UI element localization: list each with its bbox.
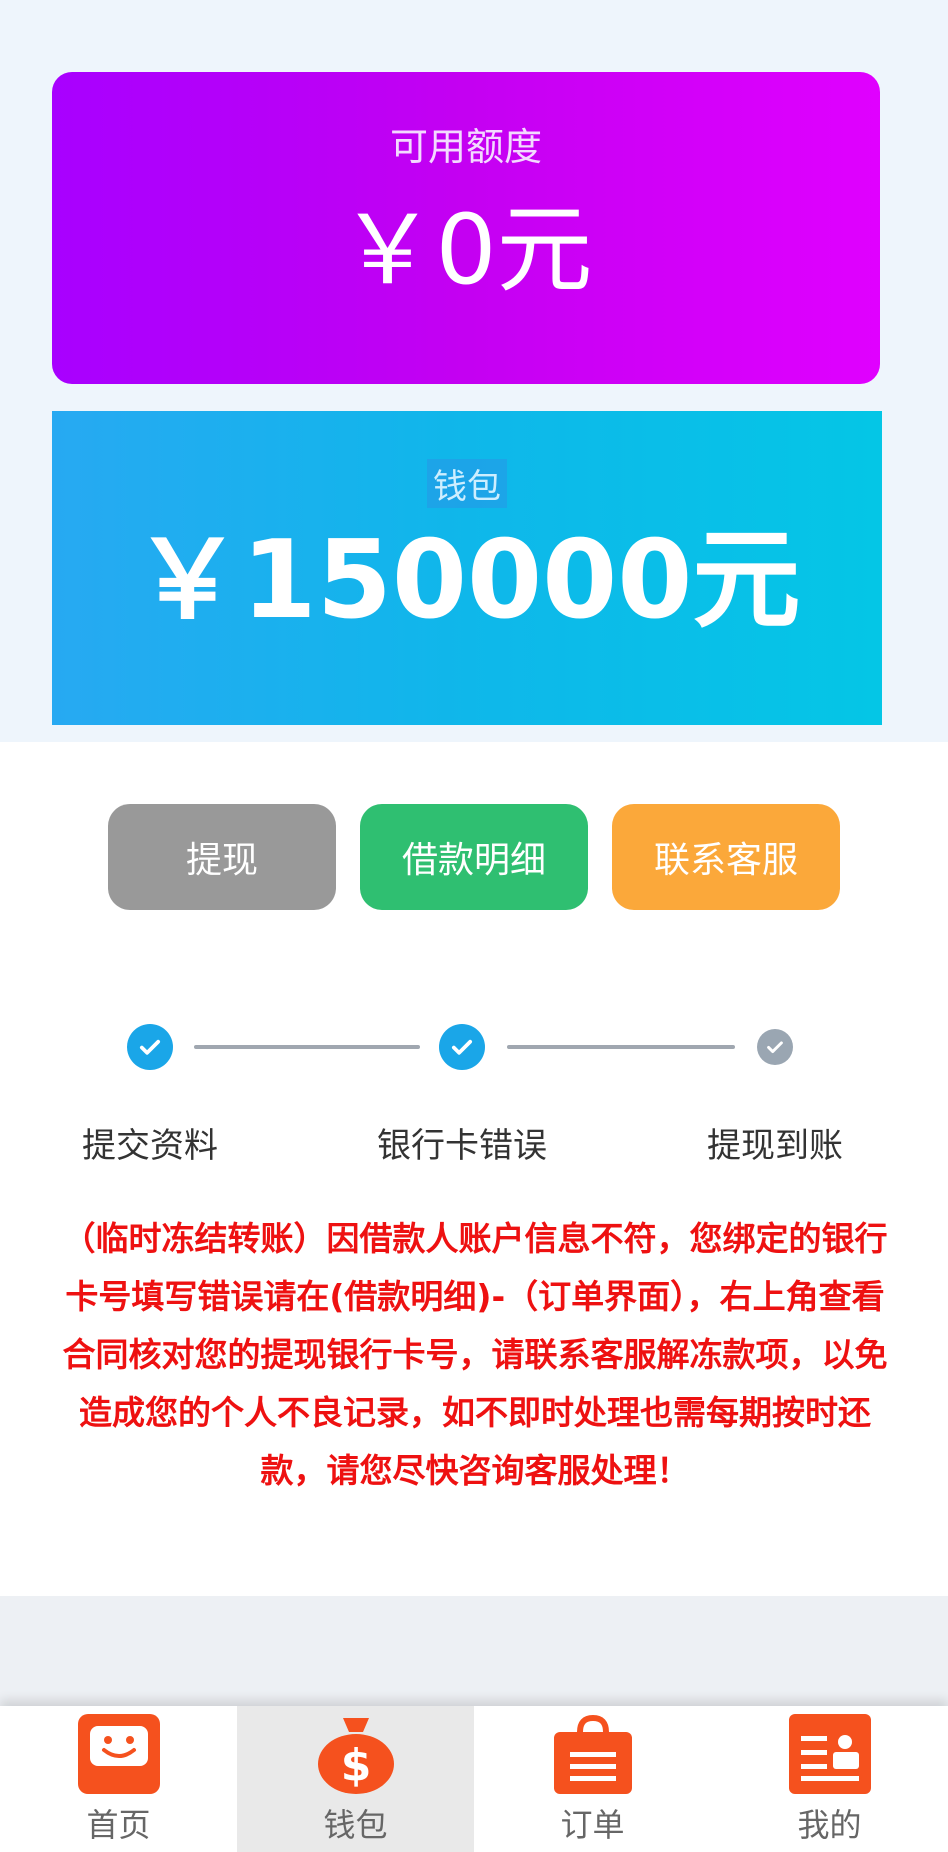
check-circle-pending-icon [757, 1029, 793, 1065]
withdraw-button[interactable]: 提现 [108, 804, 336, 910]
top-area: 可用额度 ￥0元 钱包 ￥150000元 [0, 0, 948, 742]
wallet-card: 钱包 ￥150000元 [52, 411, 882, 725]
progress-steps [0, 1020, 948, 1080]
step-label-bank-card-error: 银行卡错误 [377, 1126, 547, 1166]
wallet-label: 钱包 [427, 459, 507, 508]
step-connector [507, 1045, 735, 1049]
bottom-tabbar: 首页 $ 钱包 订单 我的 [0, 1706, 948, 1852]
shopping-bag-icon [553, 1714, 632, 1794]
credit-limit-card: 可用额度 ￥0元 [52, 72, 880, 384]
tab-wallet[interactable]: $ 钱包 [237, 1706, 474, 1852]
spacer-band [0, 1596, 948, 1706]
tab-wallet-label: 钱包 [323, 1806, 388, 1844]
credit-limit-label: 可用额度 [389, 125, 542, 169]
tab-home-label: 首页 [86, 1806, 151, 1844]
smile-face-icon [77, 1714, 160, 1794]
tab-home[interactable]: 首页 [0, 1706, 237, 1852]
step-label-submit: 提交资料 [82, 1126, 218, 1166]
check-circle-icon [439, 1024, 485, 1070]
step-label-withdraw-arrived: 提现到账 [707, 1126, 843, 1166]
tab-orders-label: 订单 [560, 1806, 625, 1844]
tab-orders[interactable]: 订单 [474, 1706, 711, 1852]
wallet-amount: ￥150000元 [133, 518, 801, 643]
credit-limit-amount: ￥0元 [339, 194, 593, 306]
action-buttons: 提现 借款明细 联系客服 [108, 804, 840, 910]
tab-mine-label: 我的 [797, 1806, 862, 1844]
svg-text:$: $ [340, 1740, 371, 1791]
loan-detail-button[interactable]: 借款明细 [360, 804, 588, 910]
money-bag-icon: $ [317, 1718, 394, 1794]
check-circle-icon [127, 1024, 173, 1070]
step-labels: 提交资料 银行卡错误 提现到账 [0, 1118, 948, 1168]
freeze-notice: （临时冻结转账）因借款人账户信息不符，您绑定的银行卡号填写错误请在(借款明细)-… [62, 1219, 888, 1490]
contact-service-button[interactable]: 联系客服 [612, 804, 840, 910]
profile-card-icon [788, 1714, 871, 1794]
tab-mine[interactable]: 我的 [711, 1706, 948, 1852]
step-connector [194, 1045, 420, 1049]
